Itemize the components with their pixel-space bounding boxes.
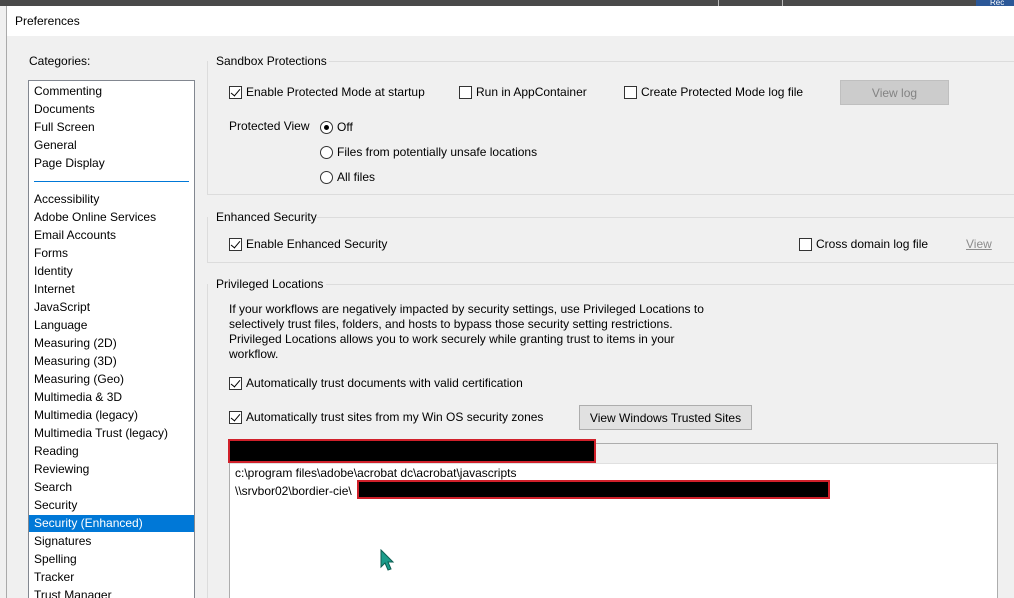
location-item[interactable]: \\srvbor02\bordier-cie\ bbox=[235, 484, 352, 498]
protected-view-off-radio[interactable]: Off bbox=[320, 120, 353, 134]
mouse-cursor-icon bbox=[380, 549, 395, 571]
category-item[interactable]: Multimedia & 3D bbox=[29, 389, 194, 406]
checkbox-checked[interactable] bbox=[229, 410, 242, 424]
radio-selected[interactable] bbox=[320, 120, 333, 134]
category-item[interactable]: Multimedia (legacy) bbox=[29, 407, 194, 424]
log-file-label: Create Protected Mode log file bbox=[641, 85, 804, 99]
category-item[interactable]: Full Screen bbox=[29, 119, 194, 136]
category-item[interactable]: Email Accounts bbox=[29, 227, 194, 244]
app-container-checkbox[interactable]: Run in AppContainer bbox=[459, 85, 587, 99]
category-item[interactable]: Language bbox=[29, 317, 194, 334]
protected-view-all-label: All files bbox=[337, 170, 376, 184]
privileged-description: If your workflows are negatively impacte… bbox=[229, 302, 704, 361]
category-item[interactable]: Measuring (Geo) bbox=[29, 371, 194, 388]
radio-unselected[interactable] bbox=[320, 145, 333, 159]
category-item[interactable]: Adobe Online Services bbox=[29, 209, 194, 226]
enhanced-security-checkbox[interactable]: Enable Enhanced Security bbox=[229, 237, 387, 251]
category-separator bbox=[34, 181, 189, 182]
window-title: Preferences bbox=[15, 14, 80, 28]
category-item[interactable]: Signatures bbox=[29, 533, 194, 550]
protected-mode-label: Enable Protected Mode at startup bbox=[246, 85, 425, 99]
category-item[interactable]: Trust Manager bbox=[29, 587, 194, 598]
protected-mode-checkbox[interactable]: Enable Protected Mode at startup bbox=[229, 85, 425, 99]
category-item[interactable]: Documents bbox=[29, 101, 194, 118]
protected-view-off-label: Off bbox=[337, 120, 353, 134]
category-item[interactable]: Search bbox=[29, 479, 194, 496]
checkbox-checked[interactable] bbox=[229, 376, 242, 390]
category-item[interactable]: General bbox=[29, 137, 194, 154]
title-bar: Preferences bbox=[7, 6, 1014, 36]
privileged-locations-list[interactable]: c:\program files\adobe\acrobat dc\acroba… bbox=[229, 443, 998, 598]
location-item[interactable]: c:\program files\adobe\acrobat dc\acroba… bbox=[235, 466, 516, 480]
app-container-label: Run in AppContainer bbox=[476, 85, 587, 99]
protected-view-label: Protected View bbox=[229, 119, 310, 133]
view-log-button[interactable]: View log bbox=[840, 80, 949, 105]
category-item[interactable]: JavaScript bbox=[29, 299, 194, 316]
protected-view-all-radio[interactable]: All files bbox=[320, 170, 375, 184]
category-item[interactable]: Accessibility bbox=[29, 191, 194, 208]
view-cross-domain-link[interactable]: View bbox=[966, 237, 992, 251]
category-item[interactable]: Multimedia Trust (legacy) bbox=[29, 425, 194, 442]
trust-sites-checkbox[interactable]: Automatically trust sites from my Win OS… bbox=[229, 410, 543, 424]
trust-certified-checkbox[interactable]: Automatically trust documents with valid… bbox=[229, 376, 523, 390]
trust-certified-label: Automatically trust documents with valid… bbox=[246, 376, 523, 390]
category-item[interactable]: Measuring (3D) bbox=[29, 353, 194, 370]
category-item[interactable]: Security bbox=[29, 497, 194, 514]
category-item[interactable]: Commenting bbox=[29, 83, 194, 100]
radio-unselected[interactable] bbox=[320, 170, 333, 184]
checkbox-checked[interactable] bbox=[229, 237, 242, 251]
trust-sites-label: Automatically trust sites from my Win OS… bbox=[246, 410, 544, 424]
preferences-dialog: Preferences Categories: Commenting Docum… bbox=[6, 6, 1014, 598]
checkbox-unchecked[interactable] bbox=[459, 85, 472, 99]
category-item[interactable]: Identity bbox=[29, 263, 194, 280]
category-item[interactable]: Page Display bbox=[29, 155, 194, 172]
cross-domain-checkbox[interactable]: Cross domain log file bbox=[799, 237, 928, 251]
category-item[interactable]: Tracker bbox=[29, 569, 194, 586]
enhanced-security-label: Enable Enhanced Security bbox=[246, 237, 388, 251]
category-item[interactable]: Internet bbox=[29, 281, 194, 298]
view-trusted-sites-button[interactable]: View Windows Trusted Sites bbox=[579, 405, 752, 430]
category-item[interactable]: Reading bbox=[29, 443, 194, 460]
category-item[interactable]: Spelling bbox=[29, 551, 194, 568]
cross-domain-label: Cross domain log file bbox=[816, 237, 929, 251]
protected-view-unsafe-label: Files from potentially unsafe locations bbox=[337, 145, 538, 159]
category-item[interactable]: Forms bbox=[29, 245, 194, 262]
category-item[interactable]: Reviewing bbox=[29, 461, 194, 478]
checkbox-unchecked[interactable] bbox=[624, 85, 637, 99]
redaction-box bbox=[357, 480, 830, 499]
protected-view-unsafe-radio[interactable]: Files from potentially unsafe locations bbox=[320, 145, 537, 159]
categories-list[interactable]: Commenting Documents Full Screen General… bbox=[28, 80, 195, 598]
log-file-checkbox[interactable]: Create Protected Mode log file bbox=[624, 85, 803, 99]
redaction-box bbox=[228, 439, 596, 463]
category-item-selected[interactable]: Security (Enhanced) bbox=[29, 515, 194, 532]
checkbox-unchecked[interactable] bbox=[799, 237, 812, 251]
categories-label: Categories: bbox=[29, 54, 91, 68]
checkbox-checked[interactable] bbox=[229, 85, 242, 99]
category-item[interactable]: Measuring (2D) bbox=[29, 335, 194, 352]
